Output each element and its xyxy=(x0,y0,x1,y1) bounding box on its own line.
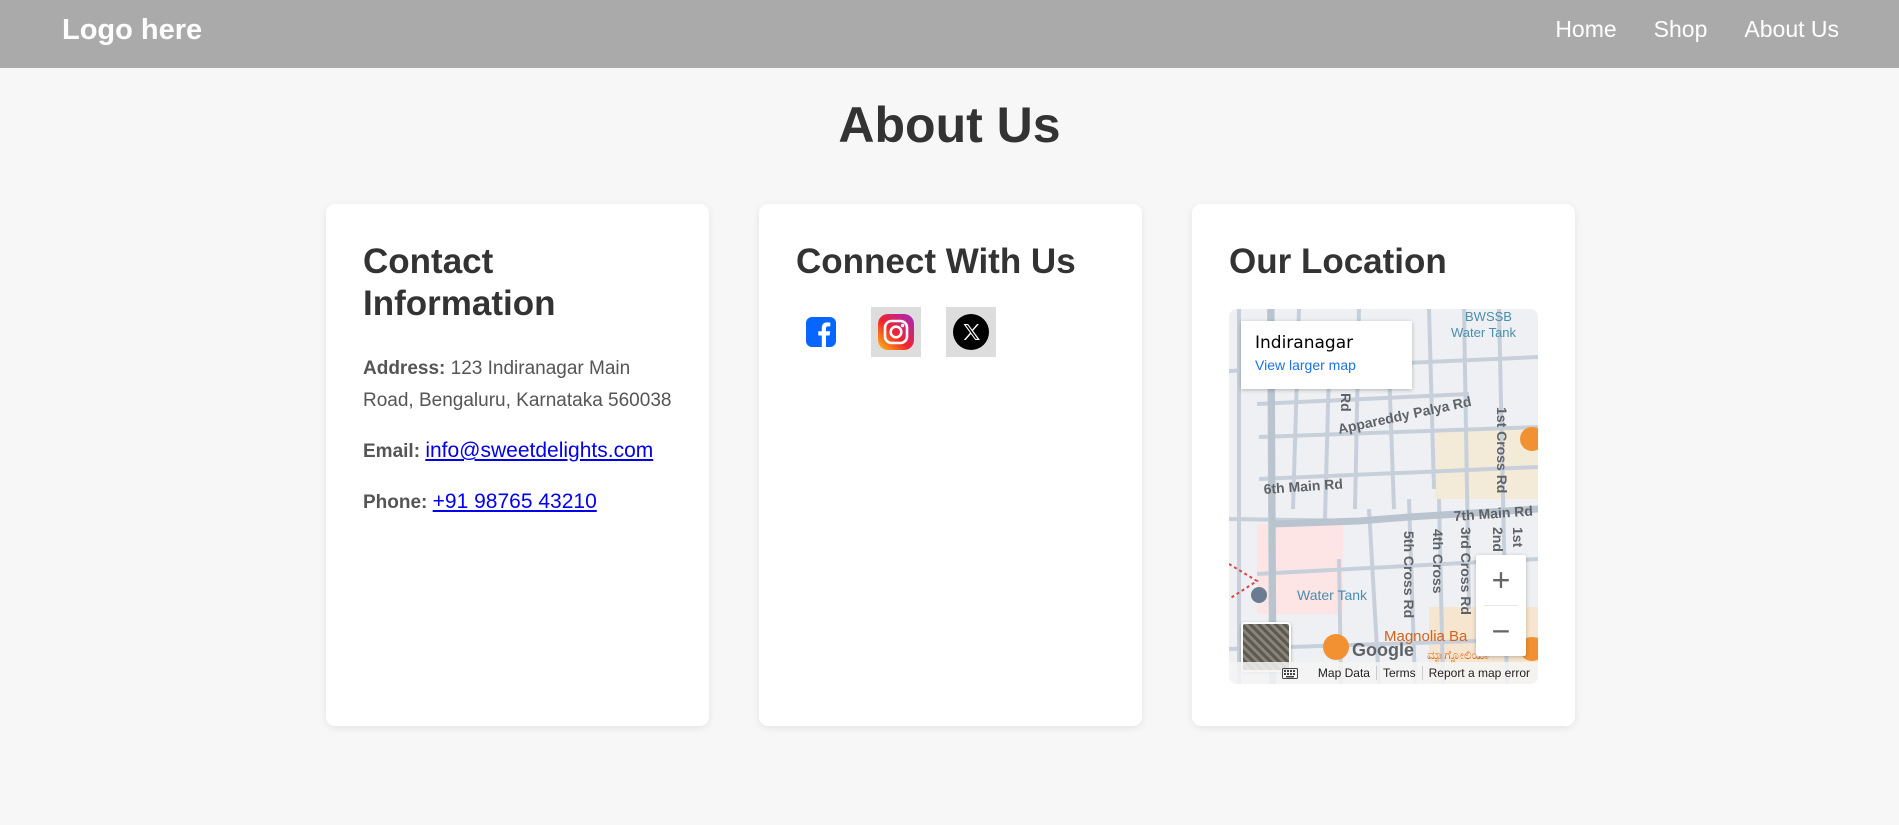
email-link[interactable]: info@sweetdelights.com xyxy=(425,439,653,462)
map-attribution: Map Data Terms Report a map error xyxy=(1229,662,1538,684)
phone-link[interactable]: +91 98765 43210 xyxy=(433,490,597,513)
map-label-water-tank-1: Water Tank xyxy=(1451,325,1517,340)
location-card: Our Location BWSSB Water Tank Appareddy … xyxy=(1192,204,1575,726)
logo[interactable]: Logo here xyxy=(62,14,202,47)
connect-heading: Connect With Us xyxy=(796,242,1076,281)
embedded-map[interactable]: BWSSB Water Tank Appareddy Palya Rd 6th … xyxy=(1229,309,1538,684)
map-zoom-control: + − xyxy=(1476,555,1526,656)
connect-card: Connect With Us xyxy=(759,204,1142,726)
map-label-1st-cross: 1st Cross Rd xyxy=(1494,407,1510,493)
email-line: Email: info@sweetdelights.com xyxy=(363,435,672,468)
nav-link-about[interactable]: About Us xyxy=(1744,16,1839,43)
map-place-name: Indiranagar xyxy=(1255,333,1354,353)
map-info-card: Indiranagar View larger map xyxy=(1241,321,1412,389)
address-line: Address: 123 Indiranagar Main Road, Beng… xyxy=(363,353,672,417)
contact-heading-line1: Contact xyxy=(363,242,494,281)
instagram-icon[interactable] xyxy=(871,307,921,357)
page-title: About Us xyxy=(838,97,1061,153)
phone-line: Phone: +91 98765 43210 xyxy=(363,486,672,519)
x-icon[interactable] xyxy=(946,307,996,357)
social-links xyxy=(796,307,1105,357)
map-label-bwssb: BWSSB xyxy=(1465,309,1512,324)
zoom-in-button[interactable]: + xyxy=(1476,555,1526,605)
contact-card: Contact Information Address: 123 Indiran… xyxy=(326,204,709,726)
address-label: Address: xyxy=(363,358,446,379)
map-label-2nd: 2nd xyxy=(1490,527,1506,552)
map-data-link[interactable]: Map Data xyxy=(1318,666,1370,680)
map-label-4th-cross: 4th Cross xyxy=(1430,529,1446,594)
map-label-water-tank-2: Water Tank xyxy=(1297,587,1368,603)
report-error-link[interactable]: Report a map error xyxy=(1429,666,1530,680)
location-heading: Our Location xyxy=(1229,242,1447,281)
attrib-divider xyxy=(1375,666,1377,680)
contact-heading-line2: Information xyxy=(363,284,556,323)
facebook-icon[interactable] xyxy=(796,307,846,357)
attrib-divider xyxy=(1421,666,1423,680)
map-label-rd: Rd xyxy=(1338,393,1354,412)
keyboard-icon[interactable] xyxy=(1281,667,1298,679)
zoom-out-button[interactable]: − xyxy=(1476,606,1526,656)
nav-link-home[interactable]: Home xyxy=(1555,16,1616,43)
google-logo: Google xyxy=(1352,640,1414,660)
terms-link[interactable]: Terms xyxy=(1383,666,1416,680)
phone-label: Phone: xyxy=(363,492,428,513)
contact-heading: Contact Information xyxy=(363,241,672,325)
nav-links: Home Shop About Us xyxy=(1555,16,1839,43)
map-label-5th-cross: 5th Cross Rd xyxy=(1401,531,1417,618)
map-label-1st: 1st xyxy=(1510,527,1526,548)
email-label: Email: xyxy=(363,441,421,462)
nav-link-shop[interactable]: Shop xyxy=(1654,16,1708,43)
map-label-3rd-cross: 3rd Cross Rd xyxy=(1458,527,1474,615)
view-larger-map-link[interactable]: View larger map xyxy=(1255,357,1398,373)
top-navbar: Logo here Home Shop About Us xyxy=(0,0,1899,68)
